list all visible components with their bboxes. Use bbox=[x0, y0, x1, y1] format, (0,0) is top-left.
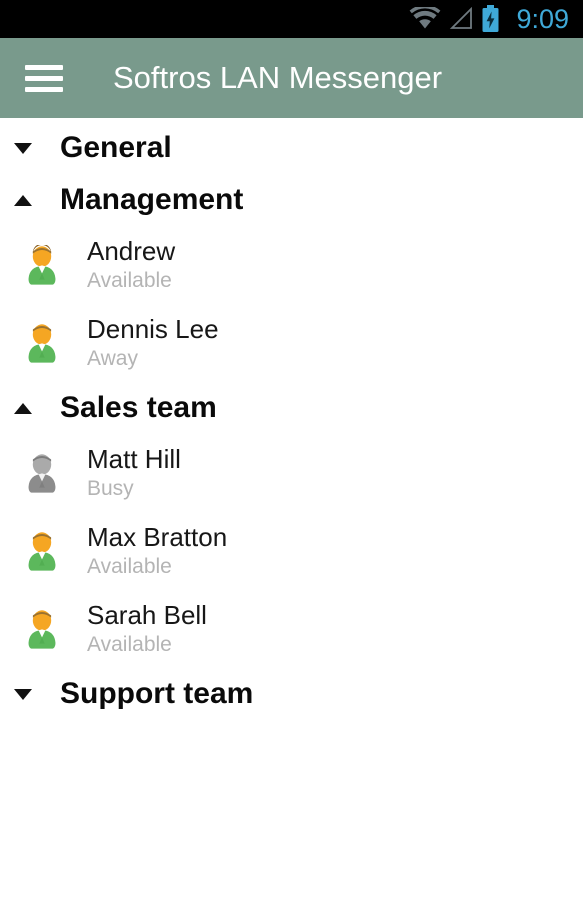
contact-status: Available bbox=[87, 269, 172, 292]
battery-charging-icon bbox=[482, 5, 499, 32]
hamburger-bar-1 bbox=[25, 64, 63, 70]
user-avatar-busy-icon bbox=[28, 454, 56, 493]
contact-row[interactable]: Matt Hill Busy bbox=[0, 434, 583, 512]
contact-row[interactable]: Max Bratton Available bbox=[0, 512, 583, 590]
group-header-sales-team[interactable]: Sales team bbox=[0, 382, 583, 434]
contact-info: Sarah Bell Available bbox=[87, 600, 207, 658]
chevron-up-icon bbox=[10, 402, 36, 414]
contact-name: Sarah Bell bbox=[87, 600, 207, 630]
status-bar-clock: 9:09 bbox=[516, 3, 569, 34]
user-avatar-online-icon bbox=[28, 245, 56, 285]
android-status-bar: 9:09 bbox=[0, 0, 583, 38]
chevron-up-icon bbox=[10, 194, 36, 206]
hamburger-menu-icon[interactable] bbox=[25, 64, 63, 92]
contact-row[interactable]: Sarah Bell Available bbox=[0, 590, 583, 668]
contact-status: Away bbox=[87, 347, 138, 370]
wifi-icon bbox=[410, 7, 441, 29]
group-header-management[interactable]: Management bbox=[0, 174, 583, 226]
contact-row[interactable]: Dennis Lee Away bbox=[0, 304, 583, 382]
chevron-down-icon bbox=[10, 142, 36, 154]
app-bar: Softros LAN Messenger bbox=[0, 38, 583, 118]
contact-name: Dennis Lee bbox=[87, 314, 219, 344]
group-title: General bbox=[60, 131, 172, 164]
group-title: Sales team bbox=[60, 391, 217, 424]
contact-name: Andrew bbox=[87, 236, 176, 266]
group-header-general[interactable]: General bbox=[0, 122, 583, 174]
contact-list: General Management Andrew Available Denn… bbox=[0, 118, 583, 720]
hamburger-bar-2 bbox=[25, 75, 63, 81]
contact-info: Dennis Lee Away bbox=[87, 314, 219, 372]
contact-row[interactable]: Andrew Available bbox=[0, 226, 583, 304]
hamburger-bar-3 bbox=[25, 86, 63, 92]
contact-status: Available bbox=[87, 555, 172, 578]
contact-info: Matt Hill Busy bbox=[87, 444, 181, 502]
contact-info: Andrew Available bbox=[87, 236, 175, 294]
contact-info: Max Bratton Available bbox=[87, 522, 227, 580]
contact-name: Matt Hill bbox=[87, 444, 181, 474]
user-avatar-online-icon bbox=[28, 532, 56, 571]
group-title: Management bbox=[60, 183, 244, 216]
user-avatar-online-icon bbox=[28, 324, 56, 363]
page-title: Softros LAN Messenger bbox=[113, 60, 443, 95]
group-title: Support team bbox=[60, 677, 254, 710]
contact-name: Max Bratton bbox=[87, 522, 228, 552]
user-avatar-online-icon bbox=[28, 610, 56, 649]
cell-signal-icon bbox=[450, 7, 473, 29]
status-bar-icons: 9:09 bbox=[409, 4, 569, 35]
contact-status: Busy bbox=[87, 477, 134, 500]
chevron-down-icon bbox=[10, 688, 36, 700]
contact-status: Available bbox=[87, 633, 172, 656]
group-header-support-team[interactable]: Support team bbox=[0, 668, 583, 720]
